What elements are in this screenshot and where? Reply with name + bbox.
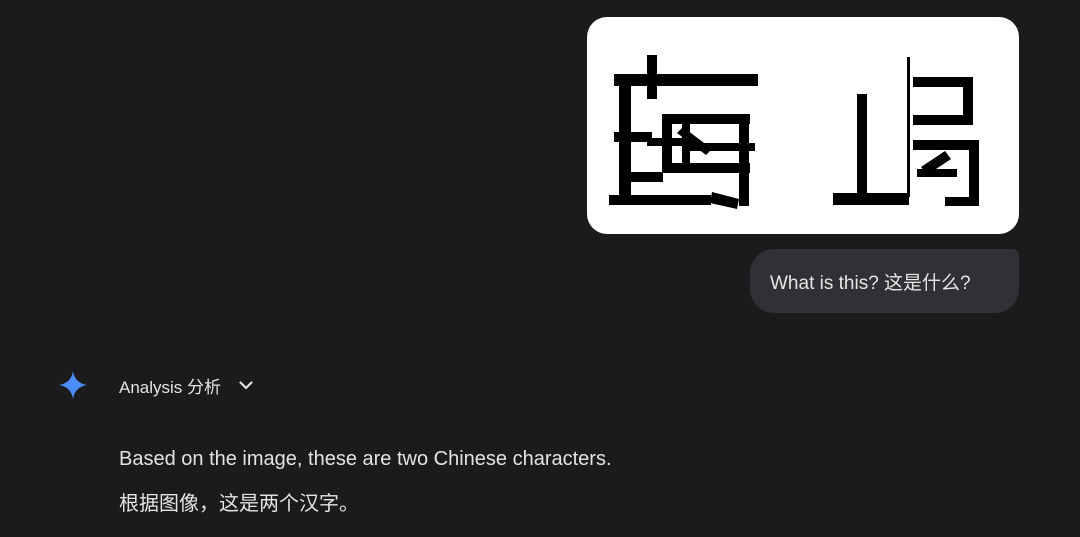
response-body: Based on the image, these are two Chines… bbox=[119, 444, 612, 534]
user-message-text: What is this? 这是什么? bbox=[770, 272, 971, 294]
characters-drawing bbox=[609, 55, 979, 209]
response-header: Analysis 分析 bbox=[56, 365, 255, 405]
response-paragraph: 根据图像，这是两个汉字。 bbox=[119, 493, 359, 515]
analysis-label: Analysis 分析 bbox=[119, 377, 222, 397]
chat-page: What is this? 这是什么? Analysis 分析 Based on… bbox=[0, 0, 1080, 537]
response-paragraph: Based on the image, these are two Chines… bbox=[119, 448, 612, 470]
user-message-bubble: What is this? 这是什么? bbox=[750, 249, 1019, 313]
analysis-toggle-button[interactable]: Analysis 分析 bbox=[119, 373, 255, 398]
user-uploaded-image[interactable] bbox=[587, 17, 1019, 234]
gemini-sparkle-icon bbox=[56, 368, 90, 402]
chevron-down-icon bbox=[237, 376, 255, 394]
